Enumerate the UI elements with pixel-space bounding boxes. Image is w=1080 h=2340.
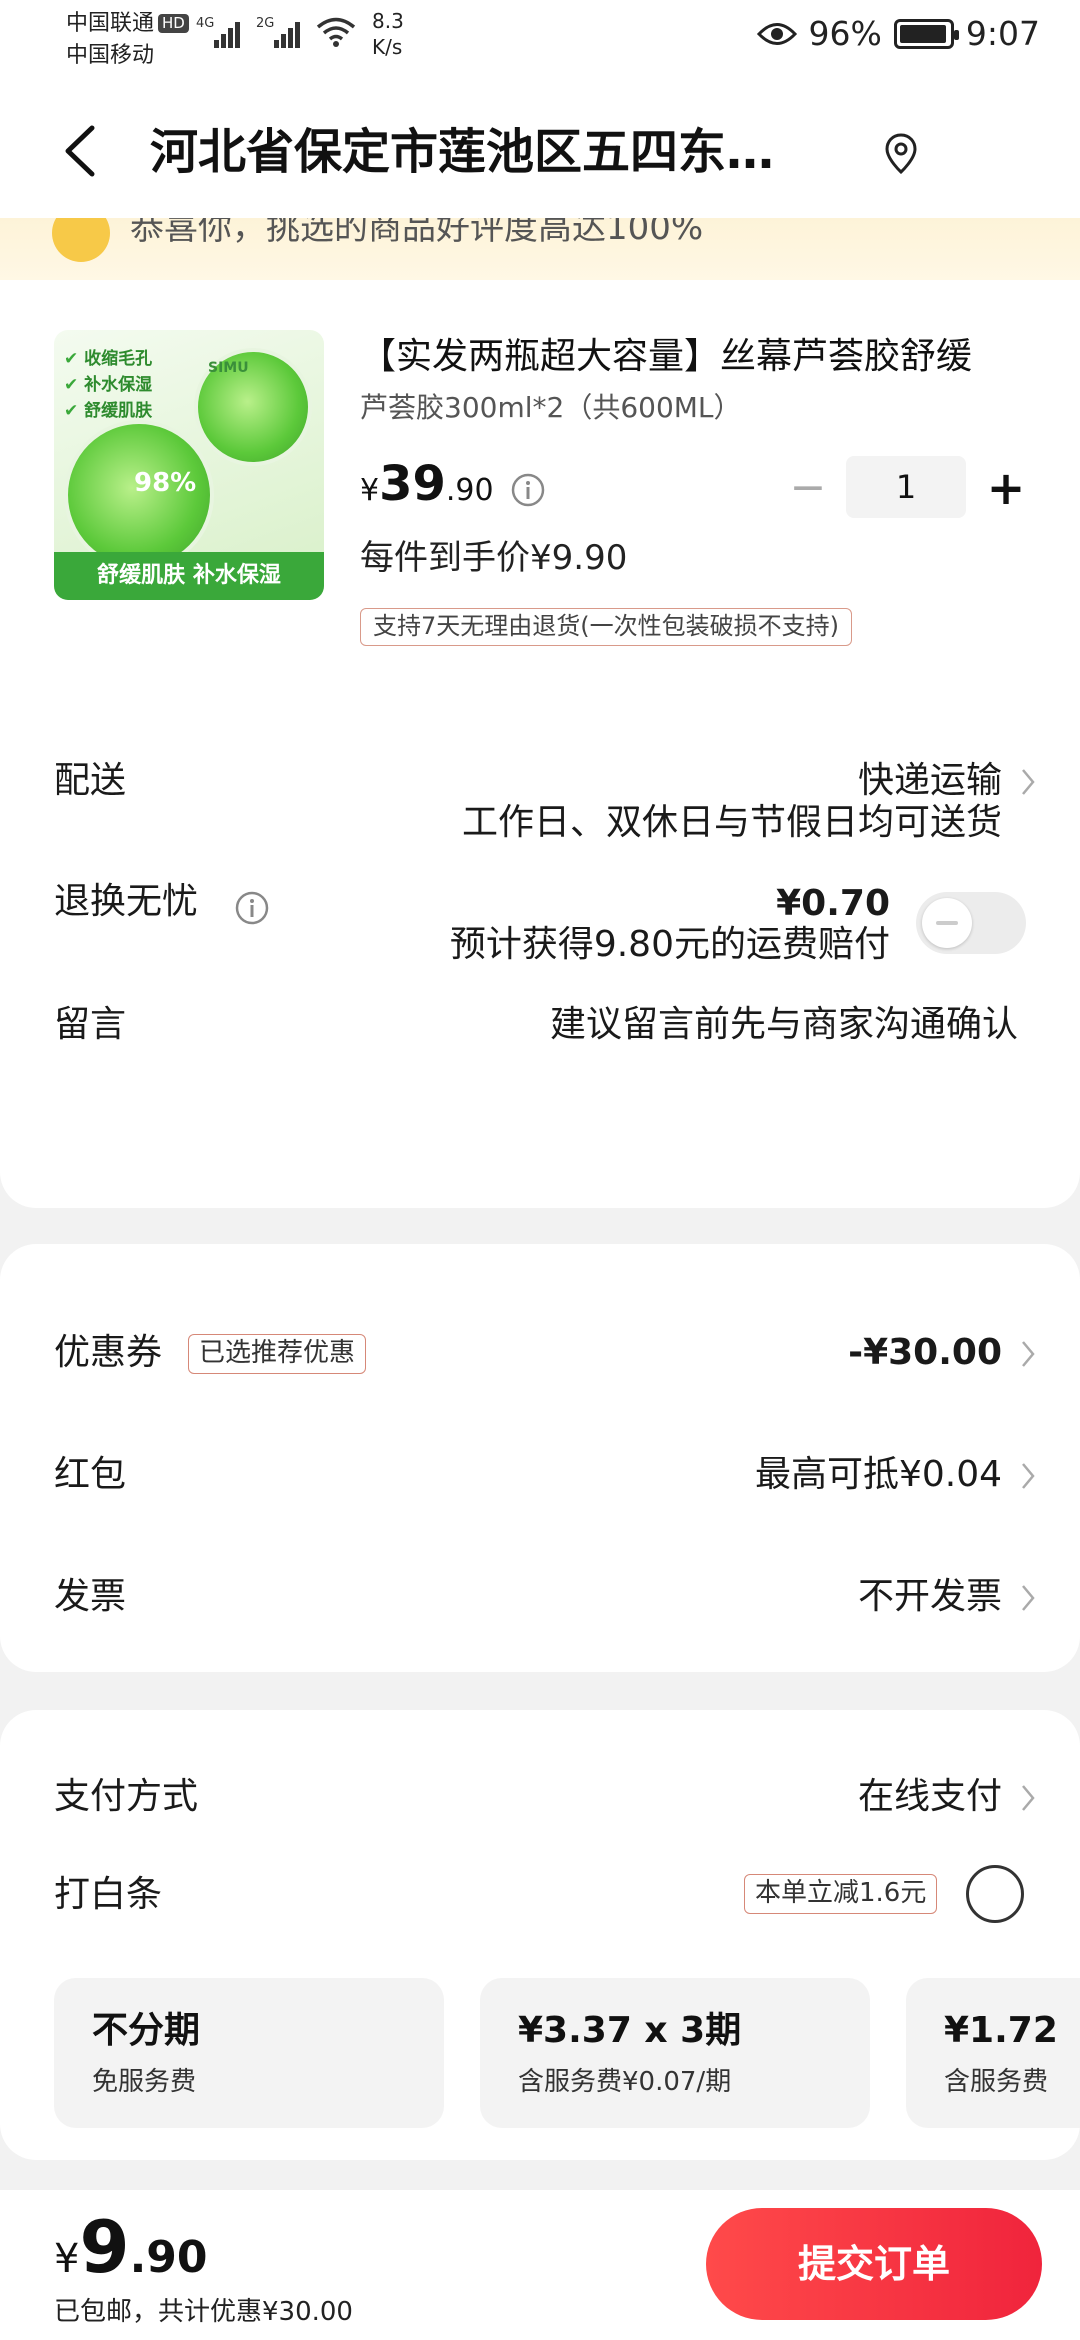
- battery-percent: 96%: [808, 14, 882, 53]
- baitiao-radio[interactable]: [966, 1865, 1024, 1923]
- submit-order-button[interactable]: 提交订单: [706, 2208, 1042, 2320]
- installment-sub: 含服务费¥0.07/期: [518, 2067, 732, 2097]
- status-bar: 中国联通 HD 中国移动 4G 2G 8.3 K/s 96% 9:07: [0, 0, 1080, 76]
- product-image[interactable]: 收缩毛孔 补水保湿 舒缓肌肤 SIMU 98% 舒缓肌肤 补水保湿: [54, 330, 324, 600]
- installment-option[interactable]: ¥3.37 x 3期 含服务费¥0.07/期: [480, 1978, 870, 2128]
- payment-card: 支付方式 在线支付 打白条 本单立减1.6元 不分期 免服务费 ¥3.37 x …: [0, 1710, 1080, 2160]
- delivery-schedule: 工作日、双休日与节假日均可送货: [461, 802, 1002, 843]
- product-image-tag: 舒缓肌肤: [64, 396, 152, 421]
- payment-method-label: 支付方式: [54, 1776, 199, 1817]
- quantity-increase-button[interactable]: +: [986, 458, 1026, 518]
- notice-text: 恭喜你，挑选的商品好评度高达100%: [130, 218, 704, 248]
- coupon-label: 优惠券: [54, 1332, 163, 1373]
- checkout-bar: ¥9.90 已包邮，共计优惠¥30.00 提交订单: [0, 2190, 1080, 2340]
- smile-icon: [52, 218, 110, 262]
- chevron-right-icon[interactable]: [1018, 1578, 1040, 1618]
- installment-main: ¥1.72: [944, 2010, 1058, 2051]
- product-price: ¥39.90: [360, 456, 494, 512]
- product-brand: SIMU: [208, 360, 249, 376]
- price-decimal: .90: [445, 473, 494, 508]
- message-input[interactable]: 建议留言前先与商家沟通确认: [550, 1000, 1018, 1050]
- clock: 9:07: [965, 14, 1040, 53]
- chevron-right-icon[interactable]: [1018, 1456, 1040, 1496]
- carrier-2: 中国移动: [66, 43, 155, 68]
- product-title[interactable]: 【实发两瓶超大容量】丝幕芦荟胶舒缓: [360, 332, 1030, 382]
- back-arrow-icon[interactable]: [52, 116, 112, 186]
- rating-notice: 恭喜你，挑选的商品好评度高达100%: [0, 218, 1080, 284]
- signal-type-label: 4G: [196, 16, 215, 31]
- wifi-icon: [316, 17, 356, 47]
- chevron-right-icon[interactable]: [1018, 1334, 1040, 1374]
- installment-option[interactable]: ¥1.72 含服务费: [906, 1978, 1080, 2128]
- product-image-tag: 补水保湿: [64, 370, 152, 395]
- baitiao-discount-tag: 本单立减1.6元: [744, 1874, 938, 1914]
- chevron-right-icon[interactable]: [1018, 762, 1040, 802]
- discount-summary: 已包邮，共计优惠¥30.00: [54, 2297, 353, 2327]
- signal-icon: 4G: [196, 16, 242, 48]
- quantity-decrease-button[interactable]: −: [788, 458, 828, 518]
- discount-card: 优惠券 已选推荐优惠 -¥30.00 红包 最高可抵¥0.04 发票 不开发票: [0, 1244, 1080, 1672]
- status-right: 96% 9:07: [756, 14, 1040, 53]
- installment-sub: 含服务费: [944, 2067, 1049, 2097]
- red-packet-label: 红包: [54, 1454, 127, 1495]
- signal-icon: 2G: [256, 16, 302, 48]
- red-packet-value[interactable]: 最高可抵¥0.04: [755, 1450, 1002, 1500]
- carrier-1: 中国联通: [66, 11, 155, 36]
- network-speed: 8.3 K/s: [372, 8, 404, 60]
- worry-free-compensation: 预计获得9.80元的运费赔付: [449, 924, 890, 965]
- price-integer: 39: [379, 456, 446, 512]
- price-currency: ¥: [360, 473, 380, 508]
- baitiao-label: 打白条: [54, 1874, 163, 1915]
- coupon-value[interactable]: -¥30.00: [848, 1328, 1002, 1378]
- network-speed-value: 8.3: [372, 9, 404, 33]
- eye-icon: [756, 22, 797, 45]
- worry-free-toggle[interactable]: [916, 892, 1026, 954]
- worry-free-label: 退换无忧: [54, 881, 199, 922]
- network-speed-unit: K/s: [372, 35, 403, 59]
- coupon-tag: 已选推荐优惠: [188, 1334, 367, 1374]
- total-currency: ¥: [54, 2236, 80, 2282]
- total-integer: 9: [79, 2205, 130, 2289]
- info-icon[interactable]: [510, 472, 546, 508]
- info-icon[interactable]: [234, 890, 270, 926]
- order-item-card: 收缩毛孔 补水保湿 舒缓肌肤 SIMU 98% 舒缓肌肤 补水保湿 【实发两瓶超…: [0, 280, 1080, 1208]
- battery-fill: [899, 24, 946, 43]
- installment-main: ¥3.37 x 3期: [518, 2010, 742, 2051]
- hd-badge: HD: [158, 14, 189, 33]
- product-image-tag: 收缩毛孔: [64, 344, 152, 369]
- quantity-input[interactable]: 1: [846, 456, 966, 518]
- payment-method-value[interactable]: 在线支付: [858, 1772, 1002, 1822]
- toggle-knob: [922, 898, 972, 948]
- signal-indicators: 4G 2G: [196, 16, 356, 48]
- installment-option[interactable]: 不分期 免服务费: [54, 1978, 444, 2128]
- chevron-right-icon[interactable]: [1018, 1778, 1040, 1818]
- product-image-banner: 舒缓肌肤 补水保湿: [54, 552, 324, 600]
- invoice-value[interactable]: 不开发票: [858, 1572, 1002, 1622]
- message-label: 留言: [54, 1004, 127, 1045]
- installment-sub: 免服务费: [92, 2067, 197, 2097]
- invoice-label: 发票: [54, 1576, 127, 1617]
- address-header: 河北省保定市莲池区五四东…: [0, 76, 1080, 226]
- installment-main: 不分期: [92, 2010, 201, 2051]
- carrier-info: 中国联通 HD 中国移动: [66, 8, 189, 72]
- total-decimal: .90: [129, 2232, 208, 2283]
- unit-final-price: 每件到手价¥9.90: [360, 538, 628, 578]
- delivery-label: 配送: [54, 760, 127, 801]
- delivery-address[interactable]: 河北省保定市莲池区五四东…: [150, 120, 870, 184]
- product-percent: 98%: [134, 468, 197, 498]
- product-spec[interactable]: 芦荟胶300ml*2（共600ML）: [360, 388, 742, 428]
- return-policy-badge: 支持7天无理由退货(一次性包装破损不支持): [360, 608, 852, 646]
- location-pin-icon[interactable]: [884, 132, 918, 176]
- signal-type-label: 2G: [256, 16, 275, 31]
- battery-icon: [893, 18, 959, 49]
